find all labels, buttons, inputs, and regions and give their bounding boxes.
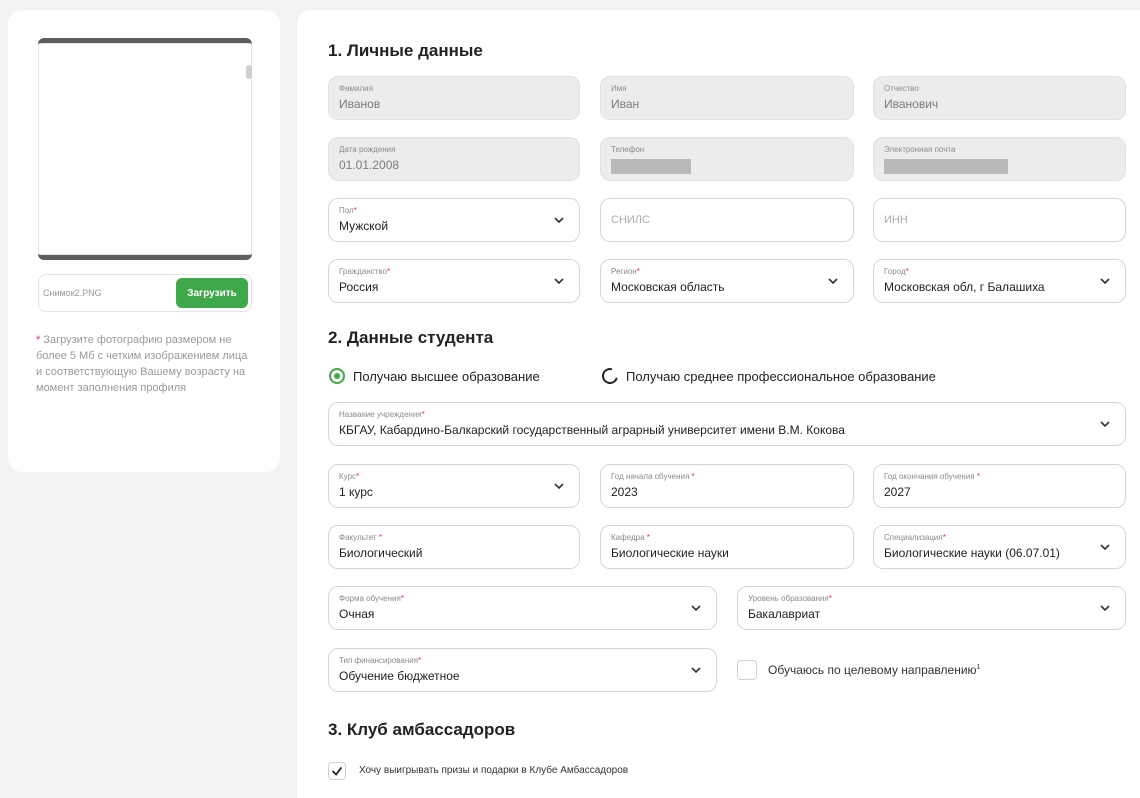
radio-vocational-education[interactable]: [599, 365, 621, 387]
field-value: Иванов: [339, 97, 381, 111]
field-label: Гражданство*: [339, 267, 391, 276]
field-value: 2027: [884, 485, 911, 499]
department-input[interactable]: Кафедра * Биологические науки: [600, 525, 854, 569]
photo-hint: * Загрузите фотографию размером не более…: [36, 332, 252, 396]
snils-input[interactable]: СНИЛС: [600, 198, 854, 242]
field-value: Иван: [611, 97, 640, 111]
field-label: Фамилия: [339, 84, 373, 93]
profile-form: 1. Личные данные Фамилия Иванов Имя Иван…: [297, 10, 1140, 798]
photo-hint-text: Загрузите фотографию размером не более 5…: [36, 334, 248, 394]
section-student-title: 2. Данные студента: [328, 328, 494, 347]
city-select[interactable]: Город* Московская обл, г Балашиха: [873, 259, 1126, 303]
radio-higher-label[interactable]: Получаю высшее образование: [353, 369, 540, 384]
funding-type-select[interactable]: Тип финансирования* Обучение бюджетное: [328, 648, 717, 692]
field-value: 1 курс: [339, 485, 373, 499]
field-label: Имя: [611, 84, 627, 93]
phone-field[interactable]: Телефон: [600, 137, 854, 181]
prizes-label[interactable]: Хочу выигрывать призы и подарки в Клубе …: [359, 765, 628, 776]
region-select[interactable]: Регион* Московская область: [600, 259, 854, 303]
field-placeholder: ИНН: [884, 214, 908, 226]
faculty-input[interactable]: Факультет * Биологический: [328, 525, 580, 569]
field-label: Отчество: [884, 84, 919, 93]
field-value: Биологические науки: [611, 546, 729, 560]
field-value: Россия: [339, 280, 379, 294]
field-label: Телефон: [611, 145, 645, 154]
field-value: Очная: [339, 607, 375, 621]
photo-upload-row: Снимок2.PNG Загрузить: [38, 274, 252, 312]
required-mark: *: [36, 334, 41, 346]
upload-button[interactable]: Загрузить: [176, 278, 248, 308]
field-label: Дата рождения: [339, 145, 396, 154]
patronymic-field[interactable]: Отчество Иванович: [873, 76, 1126, 120]
birth-date-field[interactable]: Дата рождения 01.01.2008: [328, 137, 580, 181]
chevron-down-icon: [828, 278, 838, 285]
field-label: Название учреждения*: [339, 410, 425, 419]
chevron-down-icon: [554, 278, 564, 285]
field-value: Мужской: [339, 219, 389, 233]
field-value: Биологические науки (06.07.01): [884, 546, 1060, 560]
chevron-down-icon: [1100, 544, 1110, 551]
last-name-field[interactable]: Фамилия Иванов: [328, 76, 580, 120]
citizenship-select[interactable]: Гражданство* Россия: [328, 259, 580, 303]
course-select[interactable]: Курс* 1 курс: [328, 464, 580, 508]
field-label: Электронная почта: [884, 145, 956, 154]
field-label: Уровень образования*: [748, 594, 832, 603]
study-form-select[interactable]: Форма обучения* Очная: [328, 586, 717, 630]
checkmark-icon: [331, 766, 343, 776]
chevron-down-icon: [691, 605, 701, 612]
field-label: Город*: [884, 267, 909, 276]
field-value: 01.01.2008: [339, 158, 400, 172]
field-label: Форма обучения*: [339, 594, 404, 603]
section-personal-title: 1. Личные данные: [328, 41, 483, 60]
field-label: Специализация*: [884, 533, 946, 542]
field-placeholder: СНИЛС: [611, 214, 650, 226]
field-label: Год начала обучения *: [611, 472, 695, 481]
redacted-value: [611, 159, 691, 174]
chevron-down-icon: [554, 483, 564, 490]
field-value: 2023: [611, 485, 638, 499]
field-value: Бакалавриат: [748, 607, 821, 621]
field-label: Курс*: [339, 472, 360, 481]
redacted-value: [884, 159, 1008, 174]
specialization-select[interactable]: Специализация* Биологические науки (06.0…: [873, 525, 1126, 569]
education-level-select[interactable]: Уровень образования* Бакалавриат: [737, 586, 1126, 630]
field-label: Год окончания обучения *: [884, 472, 980, 481]
field-value: Биологический: [339, 546, 423, 560]
chevron-down-icon: [554, 217, 564, 224]
upload-file-name: Снимок2.PNG: [43, 288, 102, 298]
field-label: Кафедра *: [611, 533, 650, 542]
first-name-field[interactable]: Имя Иван: [600, 76, 854, 120]
section-ambassadors-title: 3. Клуб амбассадоров: [328, 720, 516, 739]
end-year-input[interactable]: Год окончания обучения * 2027: [873, 464, 1126, 508]
gender-select[interactable]: Пол* Мужской: [328, 198, 580, 242]
radio-higher-education[interactable]: [329, 368, 345, 384]
target-direction-checkbox[interactable]: [737, 660, 757, 680]
field-label: Факультет *: [339, 533, 382, 542]
email-field[interactable]: Электронная почта: [873, 137, 1126, 181]
photo-preview[interactable]: [38, 38, 252, 260]
radio-vocational-label[interactable]: Получаю среднее профессиональное образов…: [626, 369, 936, 384]
field-value: Московская область: [611, 280, 725, 294]
institution-select[interactable]: Название учреждения* КБГАУ, Кабардино-Ба…: [328, 402, 1126, 446]
field-label: Регион*: [611, 267, 640, 276]
field-value: КБГАУ, Кабардино-Балкарский государствен…: [339, 423, 845, 437]
photo-card: Снимок2.PNG Загрузить * Загрузите фотогр…: [8, 10, 280, 472]
chevron-down-icon: [1100, 278, 1110, 285]
target-direction-label[interactable]: Обучаюсь по целевому направлению1: [768, 663, 980, 677]
chevron-down-icon: [691, 667, 701, 674]
prizes-checkbox[interactable]: [328, 762, 346, 780]
chevron-down-icon: [1100, 421, 1110, 428]
field-value: Обучение бюджетное: [339, 669, 460, 683]
inn-input[interactable]: ИНН: [873, 198, 1126, 242]
chevron-down-icon: [1100, 605, 1110, 612]
photo-scrollbar[interactable]: [246, 65, 252, 79]
field-value: Московская обл, г Балашиха: [884, 280, 1045, 294]
field-value: Иванович: [884, 97, 939, 111]
start-year-input[interactable]: Год начала обучения * 2023: [600, 464, 854, 508]
field-label: Тип финансирования*: [339, 656, 422, 665]
field-label: Пол*: [339, 206, 357, 215]
